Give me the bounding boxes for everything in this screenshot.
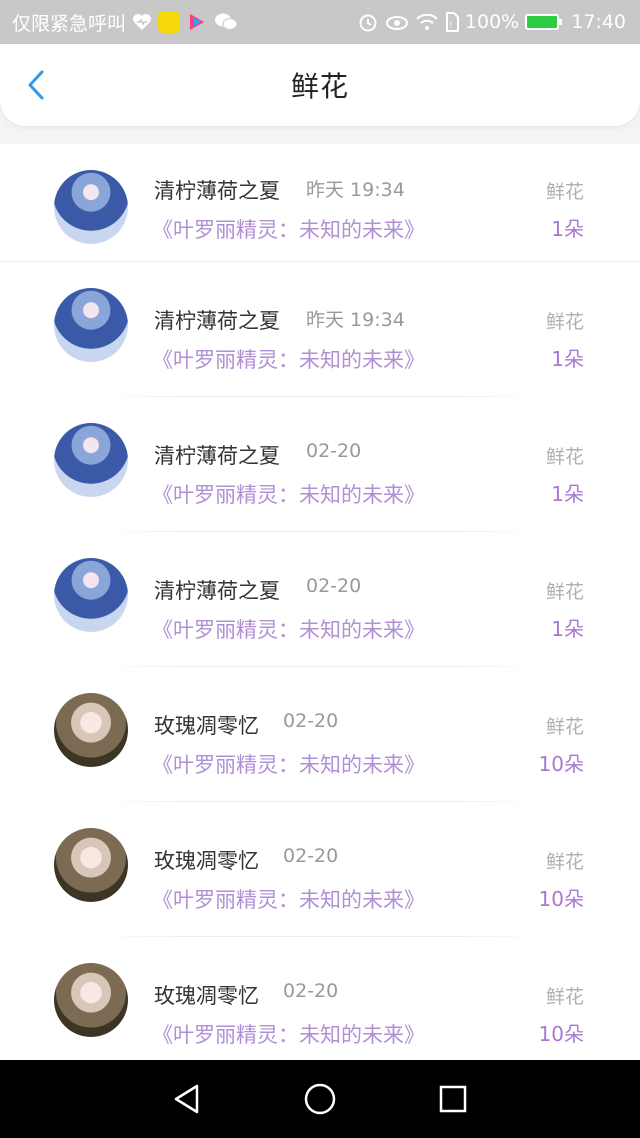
sender-name[interactable]: 玫瑰凋零忆: [154, 980, 259, 1010]
alarm-icon: [357, 11, 379, 33]
app-icon: [158, 11, 181, 33]
wifi-icon: [415, 12, 439, 32]
list-item[interactable]: 清柠薄荷之夏 昨天 19:34 《叶罗丽精灵：未知的未来》 鲜花 1朵: [0, 262, 640, 397]
book-title[interactable]: 《叶罗丽精灵：未知的未来》: [152, 749, 425, 779]
sender-name[interactable]: 清柠薄荷之夏: [154, 440, 280, 470]
system-nav-bar: [0, 1060, 640, 1138]
app-header: 鲜花: [0, 44, 640, 126]
nav-back-button[interactable]: [167, 1079, 207, 1119]
list-item[interactable]: 玫瑰凋零忆 02-20 《叶罗丽精灵：未知的未来》 鲜花 10朵: [0, 937, 640, 1060]
gift-type: 鲜花: [545, 581, 584, 603]
book-title[interactable]: 《叶罗丽精灵：未知的未来》: [152, 479, 425, 509]
book-title[interactable]: 《叶罗丽精灵：未知的未来》: [152, 344, 425, 374]
gift-count: 1朵: [551, 217, 584, 241]
gift-count: 10朵: [538, 752, 584, 776]
status-bar: 仅限紧急呼叫 ! 100% 17:40: [0, 0, 640, 44]
gift-type: 鲜花: [545, 446, 584, 468]
sender-name[interactable]: 玫瑰凋零忆: [154, 845, 259, 875]
clock: 17:40: [571, 11, 626, 33]
sender-name[interactable]: 清柠薄荷之夏: [154, 175, 280, 205]
list-item[interactable]: 玫瑰凋零忆 02-20 《叶罗丽精灵：未知的未来》 鲜花 10朵: [0, 667, 640, 802]
back-button[interactable]: [18, 66, 54, 104]
book-title[interactable]: 《叶罗丽精灵：未知的未来》: [152, 614, 425, 644]
wechat-icon: [214, 12, 238, 32]
timestamp: 02-20: [283, 980, 339, 1002]
battery-percent: 100%: [464, 11, 520, 33]
avatar[interactable]: [54, 963, 128, 1037]
back-triangle-icon: [174, 1084, 198, 1114]
svg-text:!: !: [449, 21, 453, 31]
list-item[interactable]: 清柠薄荷之夏 02-20 《叶罗丽精灵：未知的未来》 鲜花 1朵: [0, 397, 640, 532]
sender-name[interactable]: 玫瑰凋零忆: [154, 710, 259, 740]
list-item[interactable]: 玫瑰凋零忆 02-20 《叶罗丽精灵：未知的未来》 鲜花 10朵: [0, 802, 640, 937]
avatar[interactable]: [54, 170, 128, 244]
timestamp: 02-20: [306, 440, 362, 462]
avatar[interactable]: [54, 288, 128, 362]
heart-icon: [132, 13, 152, 31]
gift-count: 1朵: [551, 482, 584, 506]
eye-icon: [385, 13, 409, 31]
avatar[interactable]: [54, 423, 128, 497]
nav-home-button[interactable]: [300, 1079, 340, 1119]
sender-name[interactable]: 清柠薄荷之夏: [154, 575, 280, 605]
sim-icon: !: [445, 12, 459, 32]
book-title[interactable]: 《叶罗丽精灵：未知的未来》: [152, 214, 425, 244]
timestamp: 02-20: [283, 845, 339, 867]
timestamp: 02-20: [306, 575, 362, 597]
youku-icon: [186, 11, 208, 33]
book-title[interactable]: 《叶罗丽精灵：未知的未来》: [152, 1019, 425, 1049]
gift-type: 鲜花: [545, 311, 584, 333]
header-area: 鲜花: [0, 44, 640, 144]
carrier-text: 仅限紧急呼叫: [12, 12, 127, 35]
gift-type: 鲜花: [545, 851, 584, 873]
gift-count: 10朵: [538, 1022, 584, 1046]
battery-icon: [525, 14, 563, 30]
flower-list[interactable]: 清柠薄荷之夏 昨天 19:34 《叶罗丽精灵：未知的未来》 鲜花 1朵 清柠薄荷…: [0, 144, 640, 1060]
sender-name[interactable]: 清柠薄荷之夏: [154, 305, 280, 335]
gift-type: 鲜花: [545, 716, 584, 738]
timestamp: 昨天 19:34: [306, 179, 405, 201]
timestamp: 02-20: [283, 710, 339, 732]
avatar[interactable]: [54, 558, 128, 632]
list-item[interactable]: 清柠薄荷之夏 昨天 19:34 《叶罗丽精灵：未知的未来》 鲜花 1朵: [0, 144, 640, 262]
recents-square-icon: [440, 1085, 467, 1113]
gift-type: 鲜花: [545, 986, 584, 1008]
avatar[interactable]: [54, 693, 128, 767]
list-item[interactable]: 清柠薄荷之夏 02-20 《叶罗丽精灵：未知的未来》 鲜花 1朵: [0, 532, 640, 667]
avatar[interactable]: [54, 828, 128, 902]
page-title: 鲜花: [290, 70, 349, 103]
gift-count: 1朵: [551, 617, 584, 641]
timestamp: 昨天 19:34: [306, 309, 405, 331]
gift-type: 鲜花: [545, 181, 584, 203]
home-circle-icon: [304, 1083, 336, 1115]
nav-recents-button[interactable]: [433, 1079, 473, 1119]
chevron-left-icon: [28, 70, 44, 100]
gift-count: 1朵: [551, 347, 584, 371]
book-title[interactable]: 《叶罗丽精灵：未知的未来》: [152, 884, 425, 914]
gift-count: 10朵: [538, 887, 584, 911]
